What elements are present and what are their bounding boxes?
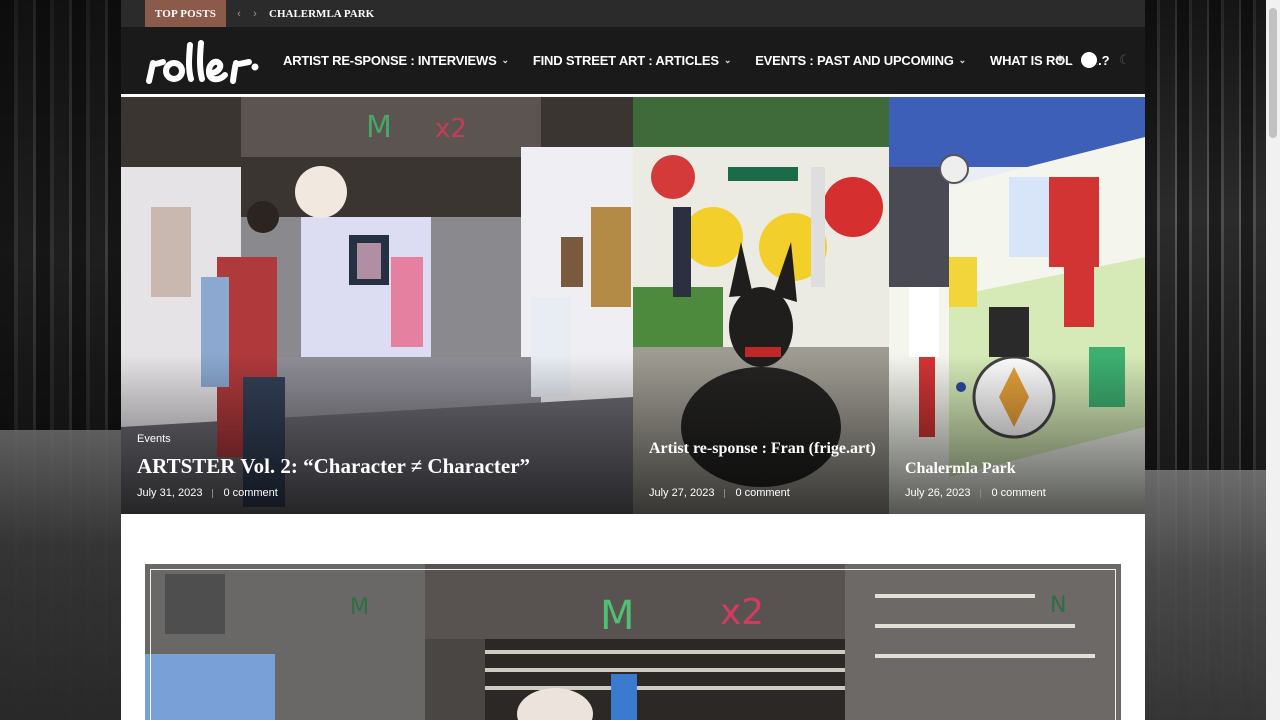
dark-mode-toggle[interactable] xyxy=(1071,52,1099,68)
hero-post-image[interactable]: M x2 M N xyxy=(145,564,1121,720)
post-meta: July 27, 2023 0 comment xyxy=(649,487,790,499)
moon-icon[interactable]: ☾ xyxy=(1119,52,1131,68)
comment-count[interactable]: 0 comment xyxy=(991,487,1045,499)
meta-divider xyxy=(212,488,214,498)
nav-label: EVENTS : PAST AND UPCOMING xyxy=(755,53,954,68)
post-meta: July 26, 2023 0 comment xyxy=(905,487,1046,499)
hero-frame xyxy=(150,569,1116,720)
chevron-down-icon: ⌄ xyxy=(723,55,732,65)
svg-text:M: M xyxy=(366,110,392,145)
top-posts-bar: TOP POSTS ‹ › CHALERMLA PARK xyxy=(121,0,1145,27)
comment-count[interactable]: 0 comment xyxy=(223,487,277,499)
post-date: July 27, 2023 xyxy=(649,487,715,499)
background-city-left xyxy=(0,0,121,720)
nav-find-street-art[interactable]: FIND STREET ART : ARTICLES ⌄ xyxy=(532,53,732,68)
post-date: July 31, 2023 xyxy=(137,487,203,499)
meta-divider xyxy=(980,488,982,498)
featured-card-fran[interactable]: Artist re-sponse : Fran (frige.art) July… xyxy=(633,97,889,514)
featured-grid: M x2 Events ARTSTER Vol. 2: “Character ≠… xyxy=(121,97,1145,514)
post-date: July 26, 2023 xyxy=(905,487,971,499)
post-meta: July 31, 2023 0 comment xyxy=(137,487,278,499)
main-content: M x2 M N xyxy=(121,514,1145,720)
main-nav: ARTIST RE-SPONSE : INTERVIEWS ⌄ FIND STR… xyxy=(283,27,1133,94)
scrollbar-thumb[interactable] xyxy=(1269,8,1277,138)
nav-artist-response[interactable]: ARTIST RE-SPONSE : INTERVIEWS ⌄ xyxy=(283,53,509,68)
site-header: ARTIST RE-SPONSE : INTERVIEWS ⌄ FIND STR… xyxy=(121,27,1145,97)
sun-icon[interactable]: ☀ xyxy=(1053,52,1067,67)
nav-events[interactable]: EVENTS : PAST AND UPCOMING ⌄ xyxy=(755,53,966,68)
top-post-link[interactable]: CHALERMLA PARK xyxy=(269,0,374,27)
meta-divider xyxy=(724,488,726,498)
nav-label: FIND STREET ART : ARTICLES xyxy=(532,53,719,68)
chevron-down-icon: ⌄ xyxy=(501,55,510,65)
theme-switcher: ☀ ☾ xyxy=(1053,48,1131,72)
category-badge[interactable]: Events xyxy=(137,433,171,445)
prev-post-icon[interactable]: ‹ xyxy=(232,0,246,27)
featured-card-chalermla[interactable]: Chalermla Park July 26, 2023 0 comment xyxy=(889,97,1145,514)
comment-count[interactable]: 0 comment xyxy=(735,487,789,499)
chevron-down-icon: ⌄ xyxy=(958,55,967,65)
toggle-knob xyxy=(1081,52,1097,68)
next-post-icon[interactable]: › xyxy=(248,0,262,27)
nav-label: ARTIST RE-SPONSE : INTERVIEWS xyxy=(283,53,497,68)
svg-text:x2: x2 xyxy=(435,114,467,144)
top-posts-label: TOP POSTS xyxy=(145,0,226,27)
featured-card-artster[interactable]: M x2 Events ARTSTER Vol. 2: “Character ≠… xyxy=(121,97,633,514)
post-title[interactable]: ARTSTER Vol. 2: “Character ≠ Character” xyxy=(137,454,530,479)
page-scrollbar[interactable] xyxy=(1266,0,1280,720)
background-city-right xyxy=(1145,0,1280,720)
post-title[interactable]: Artist re-sponse : Fran (frige.art) xyxy=(649,439,879,458)
roller-logo[interactable] xyxy=(145,37,263,87)
post-title[interactable]: Chalermla Park xyxy=(905,460,1016,478)
